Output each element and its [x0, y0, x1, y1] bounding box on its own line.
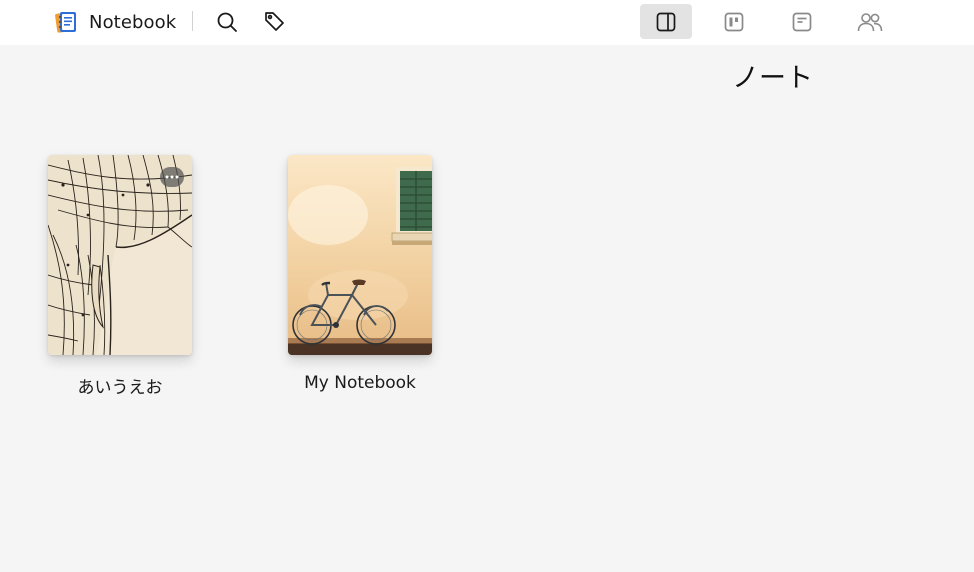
more-options-button[interactable] — [160, 167, 184, 187]
elephant-zentangle-cover[interactable] — [48, 155, 192, 355]
page-title: ノート — [732, 63, 813, 94]
sidebar-panel-icon — [656, 12, 676, 31]
board-icon — [724, 12, 744, 31]
notebook-card[interactable]: あいうえお — [48, 155, 192, 398]
app-title: Notebook — [89, 11, 177, 33]
notebook-title: My Notebook — [304, 373, 416, 393]
people-icon — [857, 12, 883, 31]
view-note-button[interactable] — [776, 4, 828, 39]
search-icon[interactable] — [215, 10, 239, 34]
notebook-card[interactable]: My Notebook — [288, 155, 432, 393]
view-board-button[interactable] — [708, 4, 760, 39]
notebook-title: あいうえお — [77, 378, 163, 398]
bicycle-watercolor-cover[interactable] — [288, 155, 432, 355]
view-sidebar-button[interactable] — [640, 4, 692, 39]
top-bar: Notebook — [0, 0, 974, 45]
app-brand[interactable]: Notebook — [55, 9, 176, 35]
tag-icon[interactable] — [263, 10, 287, 34]
view-shared-button[interactable] — [844, 4, 896, 39]
toolbar-divider — [192, 11, 193, 31]
notebook-app-icon — [55, 10, 81, 34]
more-dots-icon — [165, 175, 179, 179]
note-card-icon — [792, 12, 812, 31]
